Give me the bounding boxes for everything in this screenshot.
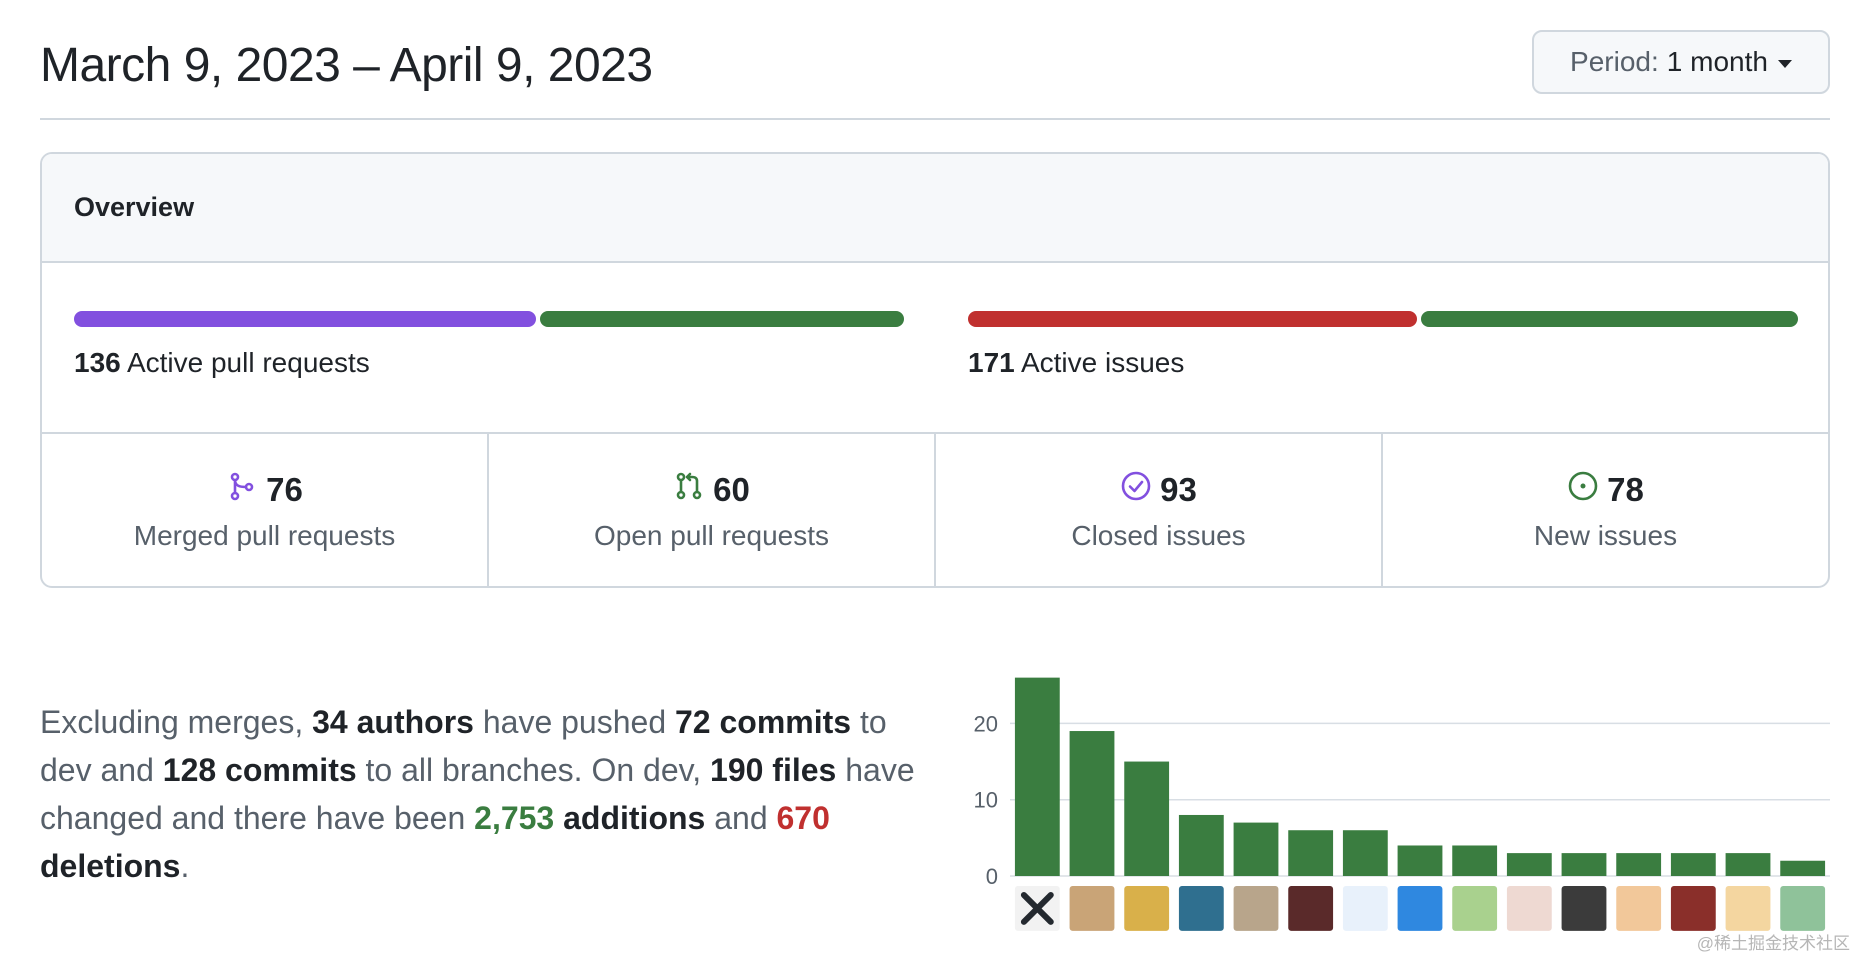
commit-bar[interactable] [1561,853,1607,876]
author-avatar[interactable] [1069,886,1115,931]
open-pr-count: 60 [713,471,750,508]
dev-commits-count: 72 commits [675,704,852,740]
all-commits-count: 128 commits [162,752,357,788]
author-avatar[interactable] [1670,886,1716,931]
stat-closed-issues[interactable]: 93 Closed issues [936,434,1383,586]
author-avatar[interactable] [1288,886,1334,931]
active-issues-label: Active issues [1020,347,1185,378]
watermark: @稀土掘金技术社区 [1696,934,1850,953]
issue-closed-icon [1120,470,1152,510]
author-avatar[interactable] [1397,886,1443,931]
active-issues-count: 171 [968,347,1015,378]
pull-request-icon [673,470,705,510]
overview-bars: 136 Active pull requests 171 Active issu… [42,263,1828,434]
merge-icon [226,470,258,510]
period-dropdown-button[interactable]: Period: 1 month [1532,30,1830,94]
author-avatar[interactable] [1561,886,1607,931]
pull-requests-bar[interactable] [74,311,904,327]
open-pull-requests-segment[interactable] [539,311,904,327]
commit-bar[interactable] [1780,860,1826,876]
stat-merged-pull-requests[interactable]: 76 Merged pull requests [42,434,489,586]
commit-bar[interactable] [1124,761,1170,876]
overview-stats: 76 Merged pull requests 60 Open pull req… [42,434,1828,586]
overview-title: Overview [42,154,1828,263]
author-avatar[interactable] [1725,886,1771,931]
new-issues-label: New issues [1533,520,1678,551]
author-avatar[interactable] [1506,886,1552,931]
deletions-label: deletions [40,848,181,884]
summary-text: . [180,848,190,884]
deletions-count: 670 [776,800,830,836]
commit-bar[interactable] [1452,845,1498,876]
active-pull-requests-label: Active pull requests [126,347,370,378]
author-avatar[interactable] [1178,886,1224,931]
issues-bar[interactable] [968,311,1798,327]
commit-bar[interactable] [1288,830,1334,876]
commit-bar[interactable] [1397,845,1443,876]
commit-bar[interactable] [1014,677,1060,876]
files-changed-count: 190 files [710,752,837,788]
author-avatar[interactable] [1233,886,1279,931]
commit-bar[interactable] [1670,853,1716,876]
y-tick-label: 10 [974,788,998,813]
summary-text: to all branches. On dev, [356,752,711,788]
merged-label: Merged pull requests [133,520,396,551]
additions-count: 2,753 [474,800,555,836]
y-tick-label: 20 [974,711,998,736]
commit-bar[interactable] [1342,830,1388,876]
commit-bar[interactable] [1233,822,1279,876]
commits-by-author-chart: 0 10 20 [974,677,1830,931]
new-issues-segment[interactable] [1421,311,1798,327]
date-range-title: March 9, 2023 – April 9, 2023 [40,39,653,92]
active-pull-requests-caption: 136 Active pull requests [74,347,370,379]
commit-bar[interactable] [1725,853,1771,876]
open-pr-label: Open pull requests [593,520,830,551]
commit-bar[interactable] [1506,853,1552,876]
merged-count: 76 [266,471,303,508]
author-avatar[interactable] [1780,886,1826,931]
closed-issues-count: 93 [1160,471,1197,508]
authors-count: 34 authors [312,704,474,740]
active-pull-requests-count: 136 [74,347,121,378]
author-avatar[interactable] [1452,886,1498,931]
y-tick-label: 0 [986,864,998,889]
chevron-down-icon [1777,59,1792,68]
author-avatar[interactable] [1342,886,1388,931]
merged-pull-requests-segment[interactable] [74,311,536,327]
commit-bar[interactable] [1178,814,1224,876]
period-value: 1 month [1666,46,1768,77]
page-header: March 9, 2023 – April 9, 2023 Period: 1 … [40,30,1830,120]
new-issues-count: 78 [1607,471,1644,508]
summary-text: and [705,800,777,836]
period-label: Period: [1570,46,1659,77]
commit-bar[interactable] [1069,731,1115,876]
contribution-summary: Excluding merges, 34 authors have pushed… [40,698,940,890]
overview-panel: Overview 136 Active pull requests 171 Ac… [40,152,1830,588]
stat-open-pull-requests[interactable]: 60 Open pull requests [489,434,936,586]
commit-bar[interactable] [1616,853,1662,876]
additions-label: additions [554,800,706,836]
author-avatar[interactable] [1124,886,1170,931]
closed-issues-label: Closed issues [1071,520,1246,551]
closed-issues-segment[interactable] [968,311,1418,327]
author-avatar[interactable] [1616,886,1662,931]
summary-text: Excluding merges, [40,704,313,740]
issue-opened-icon [1567,470,1599,510]
stat-new-issues[interactable]: 78 New issues [1383,434,1828,586]
summary-text: have pushed [473,704,675,740]
active-issues-caption: 171 Active issues [968,347,1184,379]
